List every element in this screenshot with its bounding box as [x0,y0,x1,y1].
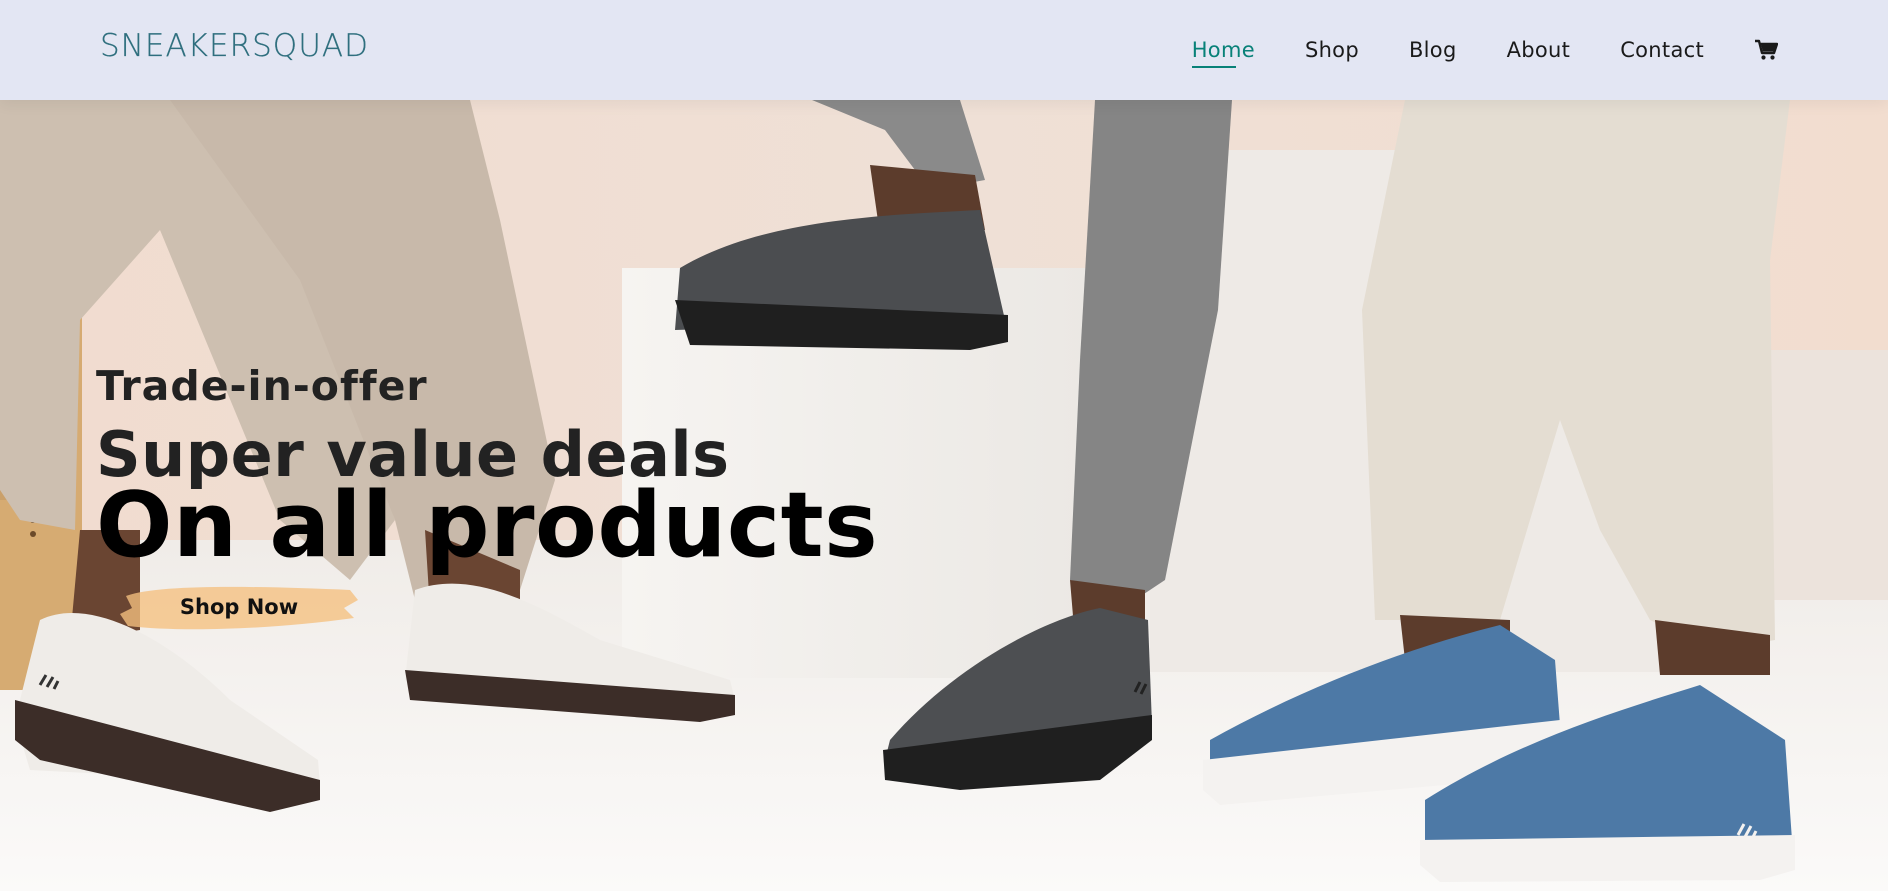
top-navbar: SNEAKERSQUAD Home Shop Blog About Contac… [0,0,1888,100]
shop-now-button[interactable]: Shop Now [118,578,360,636]
nav-shop[interactable]: Shop [1305,38,1359,62]
nav-blog[interactable]: Blog [1409,38,1457,62]
page: SNEAKERSQUAD Home Shop Blog About Contac… [0,0,1888,891]
cart-icon[interactable] [1754,39,1778,61]
hero-headline: On all products [96,473,879,578]
nav-about[interactable]: About [1507,38,1571,62]
hero-section: Trade-in-offer Super value deals On all … [0,100,1888,891]
hero-text-block: Trade-in-offer Super value deals On all … [96,362,878,574]
hero-subtitle: Trade-in-offer [96,362,428,410]
site-logo[interactable]: SNEAKERSQUAD [100,28,369,64]
shop-now-label: Shop Now [179,595,299,619]
main-nav: Home Shop Blog About Contact [1142,0,1778,100]
nav-contact[interactable]: Contact [1620,38,1704,62]
nav-home[interactable]: Home [1191,38,1255,68]
